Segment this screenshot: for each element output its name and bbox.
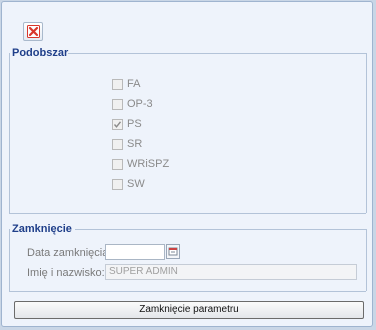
section-border-left <box>9 229 10 291</box>
option-sw[interactable]: SW <box>112 177 145 191</box>
option-label: FA <box>127 78 141 90</box>
option-fa[interactable]: FA <box>112 77 140 91</box>
checkbox[interactable] <box>112 98 123 110</box>
section-border-right <box>366 229 367 291</box>
option-label: SR <box>127 138 143 150</box>
checkbox[interactable] <box>112 78 123 90</box>
option-ps[interactable]: PS <box>112 117 142 131</box>
option-label: PS <box>127 118 142 130</box>
calendar-button[interactable] <box>166 244 180 259</box>
checkbox[interactable] <box>112 138 123 150</box>
close-parameter-button[interactable]: Zamknięcie parametru <box>14 301 364 319</box>
checkbox[interactable] <box>112 178 123 190</box>
checkmark-icon <box>113 120 122 128</box>
name-label: Imię i nazwisko: <box>27 267 105 279</box>
date-field[interactable] <box>105 244 165 260</box>
name-field: SUPER ADMIN <box>105 264 357 280</box>
option-sr[interactable]: SR <box>112 137 142 151</box>
checkbox-checked[interactable] <box>112 118 123 130</box>
date-label: Data zamknięcia: <box>27 247 112 259</box>
section-border-right <box>366 53 367 213</box>
close-button[interactable] <box>23 22 43 41</box>
section-divider <box>75 229 366 230</box>
section-border-bottom <box>9 213 366 214</box>
option-wrispz[interactable]: WRiSPZ <box>112 157 169 171</box>
close-icon <box>27 25 40 38</box>
section-title-zamkniecie: Zamknięcie <box>12 223 72 235</box>
option-label: WRiSPZ <box>127 158 170 170</box>
option-op-3[interactable]: OP-3 <box>112 97 153 111</box>
option-label: SW <box>127 178 145 190</box>
checkbox[interactable] <box>112 158 123 170</box>
section-border-left <box>9 53 10 213</box>
option-label: OP-3 <box>127 98 153 110</box>
section-title-podobszar: Podobszar <box>12 47 69 59</box>
dialog-window: Podobszar FA OP-3 PS SR WRiSPZ SW Zamkni… <box>1 1 373 327</box>
section-divider <box>68 53 366 54</box>
section-border-bottom <box>9 291 366 292</box>
calendar-icon <box>168 247 178 256</box>
